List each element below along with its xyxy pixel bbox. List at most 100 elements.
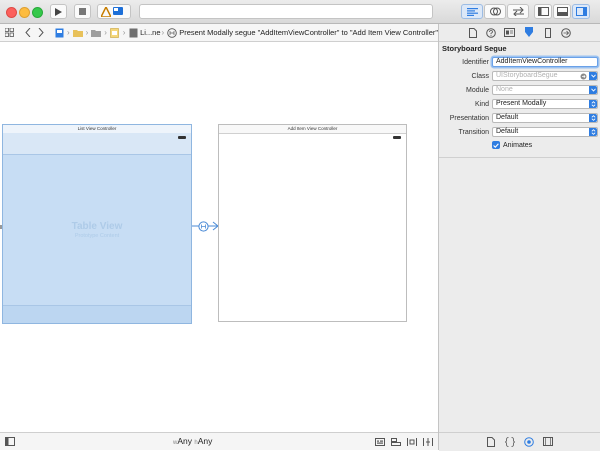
transition-label: Transition: [458, 129, 489, 136]
quick-help-tab[interactable]: [485, 27, 496, 38]
attributes-arrow-icon: [524, 27, 533, 37]
table-view-subtitle: Prototype Content: [74, 233, 120, 239]
list-view-controller-scene[interactable]: List View Controller Table View Prototyp…: [2, 124, 192, 324]
presentation-dropdown-button[interactable]: [589, 114, 597, 122]
align-icon: [391, 438, 401, 446]
scene-entry-marker: [0, 225, 2, 229]
table-view[interactable]: Table View Prototype Content: [3, 155, 191, 305]
storyboard-file-icon[interactable]: [110, 27, 120, 38]
kind-value: Present Modally: [496, 100, 547, 107]
table-view-title: Table View: [71, 221, 123, 232]
pin-icon: [407, 438, 417, 446]
arrow-circle-icon: [560, 27, 571, 38]
project-file-icon[interactable]: [54, 28, 64, 38]
code-snippet-library-tab[interactable]: [504, 436, 515, 447]
bottom-panel-icon: [556, 7, 568, 16]
back-chevron-icon[interactable]: [23, 28, 33, 38]
segue-circle-icon[interactable]: [198, 221, 209, 232]
presentation-select[interactable]: Default: [492, 113, 598, 123]
animates-checkbox-row[interactable]: Animates: [492, 141, 532, 149]
identity-inspector-tab[interactable]: [504, 27, 515, 38]
related-items-icon[interactable]: [5, 28, 15, 38]
module-label: Module: [466, 87, 489, 94]
inspector-tabs: [439, 24, 600, 42]
device-icon: [113, 7, 123, 15]
play-icon: [55, 7, 62, 16]
file-icon: [468, 27, 477, 38]
minimize-window-button[interactable]: [19, 7, 30, 18]
size-inspector-tab[interactable]: [542, 27, 553, 38]
transition-select[interactable]: Default: [492, 127, 598, 137]
file-inspector-tab[interactable]: [467, 27, 478, 38]
zoom-window-button[interactable]: [32, 7, 43, 18]
clear-arrow-icon[interactable]: [580, 73, 587, 83]
media-library-tab[interactable]: [542, 436, 553, 447]
bottom-toolbar[interactable]: [3, 305, 191, 323]
up-down-chevron-icon: [591, 129, 595, 135]
resolve-icon: [423, 438, 433, 446]
canvas-bottom-bar: wAny hAny: [0, 432, 438, 450]
debug-area-toggle-button[interactable]: [553, 4, 571, 19]
navigator-toggle-button[interactable]: [534, 4, 552, 19]
animates-checkbox[interactable]: [492, 141, 500, 149]
right-panel-icon: [575, 7, 587, 16]
transition-dropdown-button[interactable]: [589, 128, 597, 136]
segue-icon[interactable]: [167, 27, 177, 38]
pin-button[interactable]: [407, 438, 417, 448]
version-editor-button[interactable]: [507, 4, 529, 19]
file-template-library-tab[interactable]: [485, 436, 496, 447]
size-class-control[interactable]: wAny hAny: [173, 436, 212, 446]
close-window-button[interactable]: [6, 7, 17, 18]
kind-dropdown-button[interactable]: [589, 100, 597, 108]
group-icon[interactable]: [91, 28, 102, 38]
navigation-bar[interactable]: [3, 133, 191, 155]
class-combobox[interactable]: UIStoryboardSegue: [492, 71, 598, 81]
jump-bar: › › › › Li...ne › Present Modally segue …: [0, 24, 438, 42]
kind-label: Kind: [474, 101, 489, 108]
left-panel-icon: [537, 7, 549, 16]
class-dropdown-button[interactable]: [589, 72, 597, 80]
jumpbar-crumb-scene[interactable]: Li...ne: [140, 28, 160, 37]
module-placeholder: None: [496, 86, 513, 93]
stop-button[interactable]: [74, 4, 91, 19]
utilities-toggle-button[interactable]: [572, 4, 590, 19]
document-outline-toggle[interactable]: [5, 437, 15, 448]
sidebar-toggle-icon: [5, 437, 15, 446]
size-class-w-value: Any: [177, 436, 192, 446]
folder-icon[interactable]: [72, 28, 83, 38]
animates-label: Animates: [503, 141, 533, 149]
forward-chevron-icon[interactable]: [36, 28, 46, 38]
activity-viewer: [139, 4, 433, 19]
storyboard-canvas[interactable]: List View Controller Table View Prototyp…: [0, 42, 438, 432]
ruler-icon: [544, 27, 551, 38]
scene-icon[interactable]: [128, 28, 138, 38]
identifier-field[interactable]: AddItemViewController: [492, 57, 598, 67]
scheme-selector[interactable]: [97, 4, 131, 19]
jumpbar-crumb-segue[interactable]: Present Modally segue "AddItemViewContro…: [179, 28, 438, 37]
add-item-view-controller-scene[interactable]: Add Item View Controller: [218, 124, 407, 322]
resolve-auto-layout-button[interactable]: [423, 438, 433, 448]
app-scheme-icon: [101, 6, 111, 17]
class-label: Class: [471, 73, 489, 80]
run-button[interactable]: [50, 4, 67, 19]
object-library-tab[interactable]: [523, 436, 534, 447]
standard-editor-button[interactable]: [461, 4, 483, 19]
connections-inspector-tab[interactable]: [560, 27, 571, 38]
attributes-inspector-tab[interactable]: [523, 27, 534, 38]
module-combobox[interactable]: None: [492, 85, 598, 95]
library-tabs: [439, 432, 600, 451]
presentation-label: Presentation: [449, 115, 489, 122]
braces-icon: [504, 436, 515, 447]
assistant-editor-button[interactable]: [484, 4, 506, 19]
scene-title: Add Item View Controller: [287, 126, 338, 131]
film-icon: [542, 437, 553, 446]
checkmark-icon: [493, 142, 499, 148]
kind-select[interactable]: Present Modally: [492, 99, 598, 109]
stop-icon: [79, 8, 86, 15]
lines-icon: [466, 7, 478, 16]
embed-in-stack-button[interactable]: [375, 438, 385, 448]
toolbar: [0, 0, 600, 24]
align-button[interactable]: [391, 438, 401, 448]
scene-title-bar[interactable]: Add Item View Controller: [219, 125, 406, 134]
module-dropdown-button[interactable]: [589, 86, 597, 94]
